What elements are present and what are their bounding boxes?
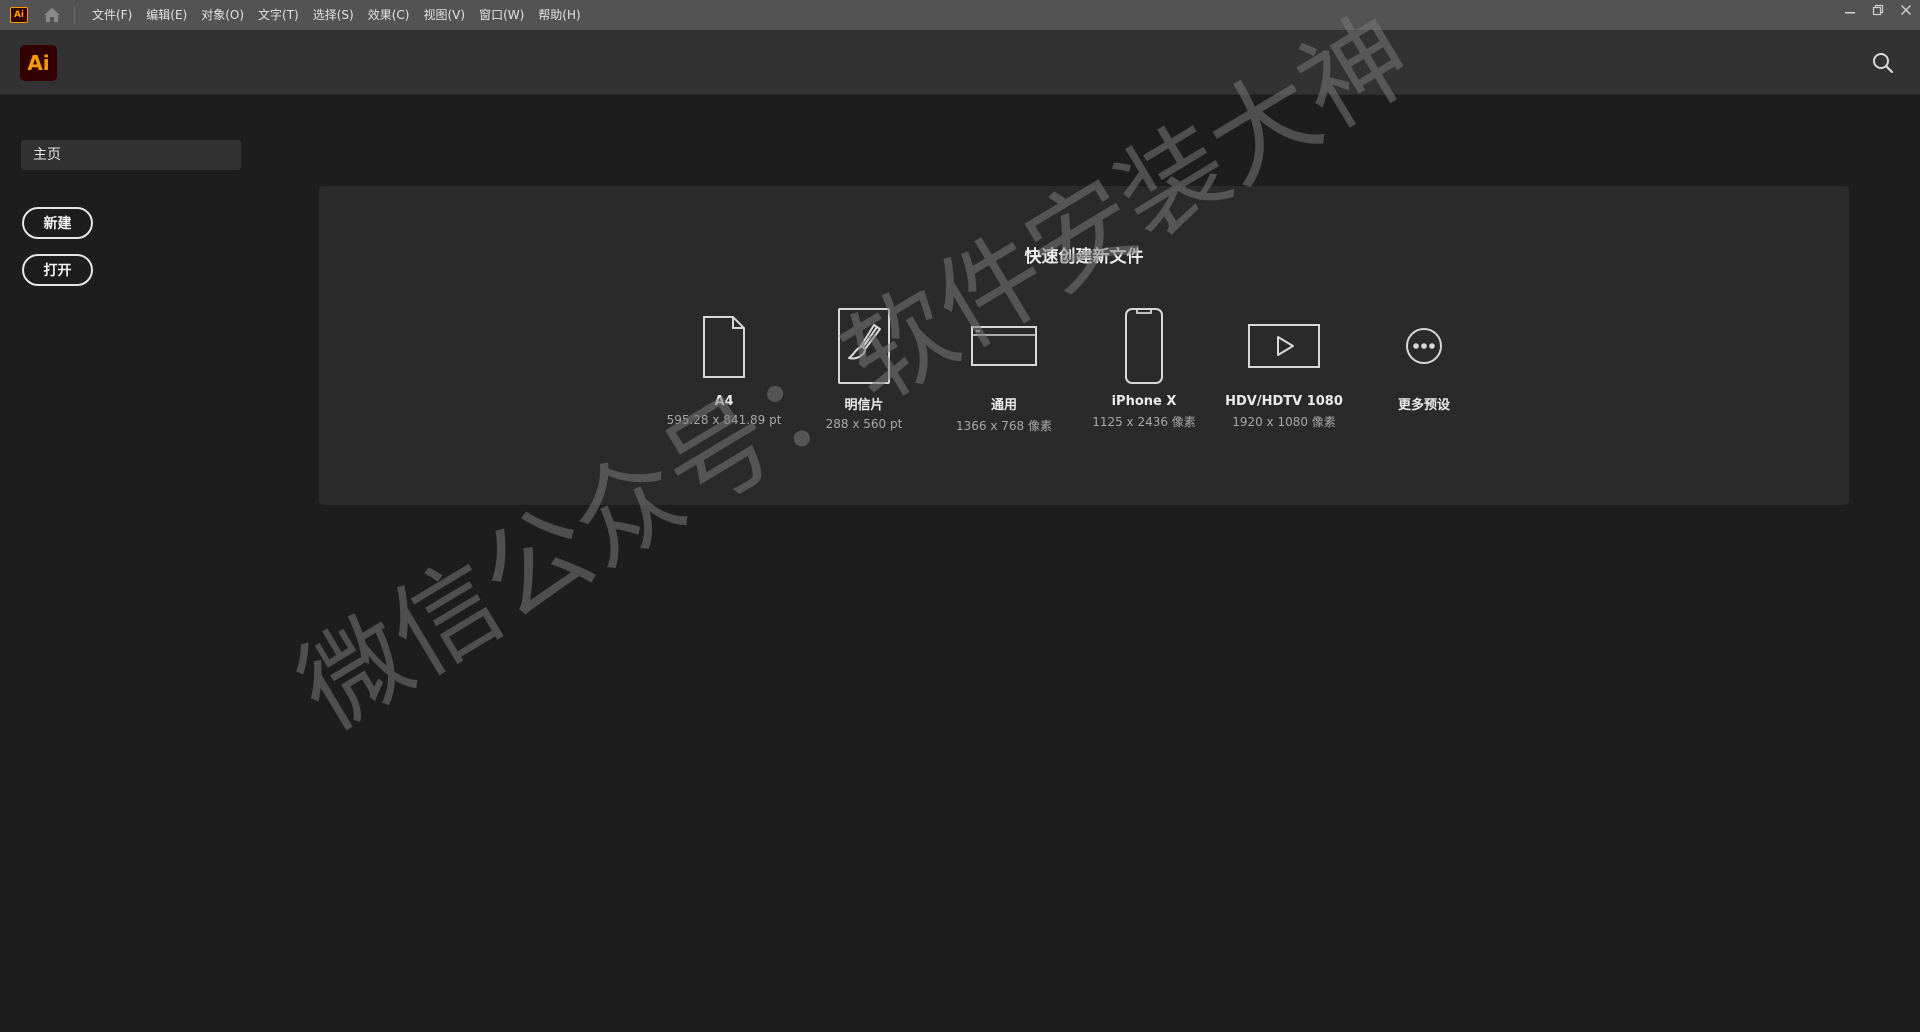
- preset-name: 通用: [990, 398, 1017, 413]
- minimize-button[interactable]: [1836, 0, 1864, 20]
- menu-file[interactable]: 文件(F): [85, 0, 139, 30]
- sidebar-item-home[interactable]: 主页: [21, 140, 241, 170]
- brush-icon: [838, 308, 890, 384]
- preset-size: 1366 x 768 像素: [956, 419, 1052, 433]
- home-button[interactable]: [40, 3, 64, 27]
- preset-size: 288 x 560 pt: [825, 417, 903, 431]
- restore-button[interactable]: [1864, 0, 1892, 20]
- menubar: Ai 文件(F) 编辑(E) 对象(O) 文字(T) 选择(S) 效果(C) 视…: [0, 0, 1920, 30]
- more-icon: [1406, 328, 1442, 364]
- home-icon: [44, 8, 60, 22]
- new-button[interactable]: 新建: [22, 207, 93, 239]
- preset-name: 更多预设: [1397, 398, 1450, 413]
- preset-name: 明信片: [844, 398, 884, 413]
- document-icon: [703, 316, 745, 378]
- preset-iphone-x[interactable]: iPhone X 1125 x 2436 像素: [1079, 306, 1209, 436]
- phone-icon: [1125, 308, 1163, 384]
- quick-create-title: 快速创建新文件: [1024, 247, 1144, 267]
- menu-type[interactable]: 文字(T): [251, 0, 306, 30]
- menu-effect[interactable]: 效果(C): [361, 0, 417, 30]
- menu-items: 文件(F) 编辑(E) 对象(O) 文字(T) 选择(S) 效果(C) 视图(V…: [85, 0, 588, 30]
- open-button[interactable]: 打开: [22, 254, 93, 286]
- preset-name: iPhone X: [1111, 394, 1177, 409]
- close-icon: [1901, 5, 1911, 15]
- menu-separator: [74, 6, 75, 24]
- menu-help[interactable]: 帮助(H): [531, 0, 587, 30]
- close-button[interactable]: [1892, 0, 1920, 20]
- menu-object[interactable]: 对象(O): [194, 0, 251, 30]
- preset-more[interactable]: 更多预设: [1359, 306, 1489, 436]
- browser-icon: [971, 326, 1037, 366]
- preset-size: 1125 x 2436 像素: [1092, 415, 1196, 429]
- preset-hdv-hdtv[interactable]: HDV/HDTV 1080 1920 x 1080 像素: [1219, 306, 1349, 436]
- preset-size: 595.28 x 841.89 pt: [666, 413, 782, 427]
- preset-name: HDV/HDTV 1080: [1225, 394, 1343, 409]
- minimize-icon: [1845, 12, 1855, 14]
- app-logo: Ai: [20, 45, 57, 81]
- preset-common[interactable]: 通用 1366 x 768 像素: [939, 306, 1069, 436]
- video-icon: [1248, 324, 1320, 368]
- quick-create-panel: 快速创建新文件 A4 595.28 x 841.89 pt 明信片 288 x …: [319, 186, 1849, 505]
- restore-icon: [1872, 4, 1884, 16]
- preset-name: A4: [714, 394, 734, 409]
- menu-select[interactable]: 选择(S): [306, 0, 361, 30]
- preset-a4[interactable]: A4 595.28 x 841.89 pt: [659, 306, 789, 436]
- app-badge: Ai: [10, 7, 28, 23]
- window-controls: [1836, 0, 1920, 24]
- menu-window[interactable]: 窗口(W): [472, 0, 531, 30]
- preset-postcard[interactable]: 明信片 288 x 560 pt: [799, 306, 929, 436]
- menu-edit[interactable]: 编辑(E): [139, 0, 194, 30]
- preset-size: 1920 x 1080 像素: [1232, 415, 1336, 429]
- menu-view[interactable]: 视图(V): [416, 0, 472, 30]
- app-header: Ai: [0, 30, 1920, 95]
- search-button[interactable]: [1870, 50, 1896, 76]
- search-icon: [1873, 53, 1894, 74]
